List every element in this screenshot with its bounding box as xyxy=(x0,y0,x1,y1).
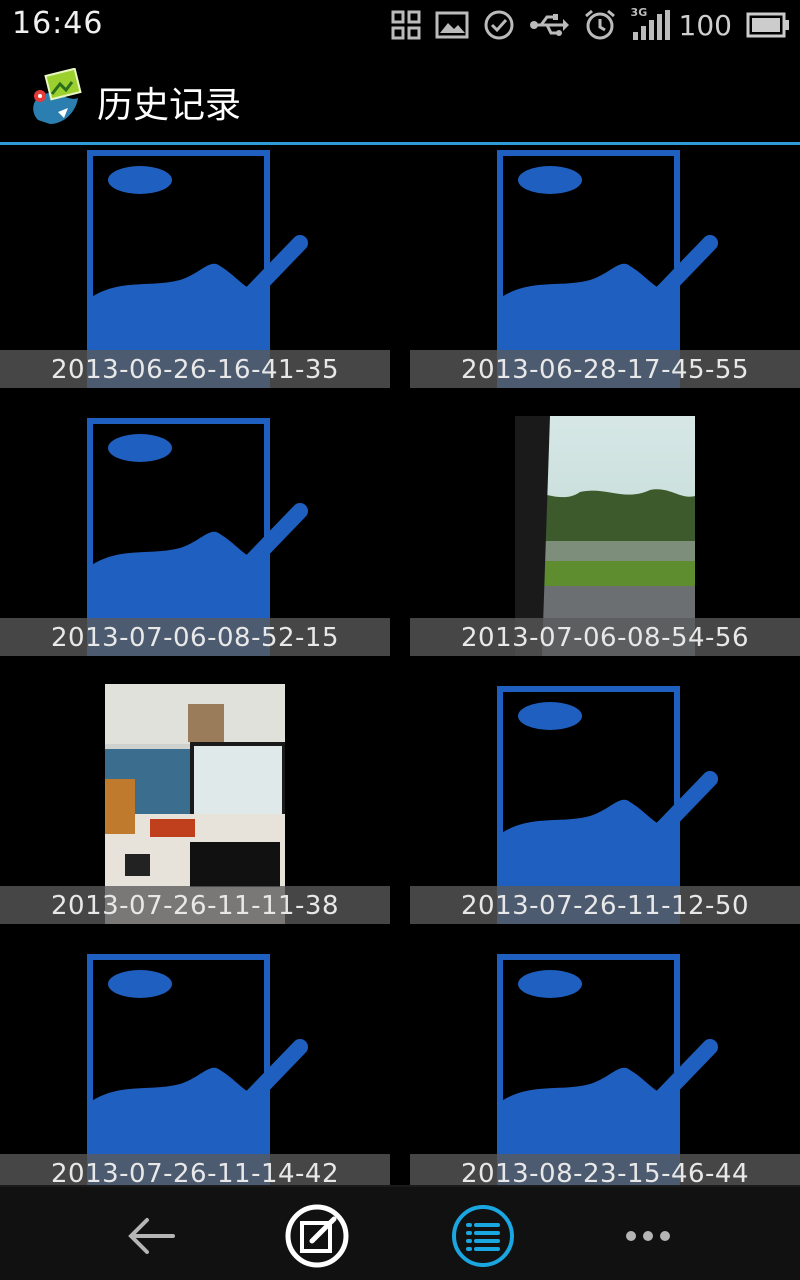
history-item[interactable]: 2013-06-28-17-45-55 xyxy=(410,148,800,388)
history-item[interactable]: 2013-07-06-08-52-15 xyxy=(0,416,390,656)
back-button[interactable] xyxy=(117,1201,187,1271)
alarm-icon xyxy=(584,9,615,40)
status-icons: 3G 100 xyxy=(377,6,790,43)
signal-3g-icon: 3G xyxy=(631,6,671,40)
edit-button[interactable] xyxy=(282,1201,352,1271)
history-item[interactable]: 2013-08-23-15-46-44 xyxy=(410,952,800,1185)
check-circle-icon xyxy=(484,10,514,40)
history-item-label: 2013-07-26-11-14-42 xyxy=(0,1154,390,1185)
qr-scan-icon xyxy=(391,10,421,40)
history-item-label: 2013-07-26-11-11-38 xyxy=(0,886,390,924)
sketch-placeholder-icon xyxy=(87,954,308,1185)
history-item[interactable]: 2013-07-26-11-11-38 xyxy=(0,684,390,924)
list-icon xyxy=(452,1205,514,1267)
history-item[interactable]: 2013-07-06-08-54-56 xyxy=(410,416,800,656)
history-item-label: 2013-07-06-08-54-56 xyxy=(410,618,800,656)
status-time: 16:46 xyxy=(12,6,104,41)
history-item[interactable]: 2013-06-26-16-41-35 xyxy=(0,148,390,388)
history-list-button[interactable] xyxy=(448,1201,518,1271)
bottom-action-bar xyxy=(0,1185,800,1280)
history-screen: 16:46 3G 100 历史记录 2013-06-26-16-41-35 20… xyxy=(0,0,800,1280)
image-icon xyxy=(435,11,469,39)
history-item-label: 2013-06-28-17-45-55 xyxy=(410,350,800,388)
battery-level: 100 xyxy=(678,8,732,42)
action-bar: 历史记录 xyxy=(0,50,800,142)
history-item-label: 2013-07-06-08-52-15 xyxy=(0,618,390,656)
app-logo-icon[interactable] xyxy=(28,68,84,128)
battery-icon xyxy=(746,12,789,38)
back-arrow-icon xyxy=(128,1218,175,1254)
history-item[interactable]: 2013-07-26-11-14-42 xyxy=(0,952,390,1185)
page-title: 历史记录 xyxy=(97,85,242,126)
more-button[interactable] xyxy=(613,1201,683,1271)
history-item-label: 2013-07-26-11-12-50 xyxy=(410,886,800,924)
sketch-placeholder-icon xyxy=(497,954,718,1185)
history-item[interactable]: 2013-07-26-11-12-50 xyxy=(410,684,800,924)
history-item-label: 2013-06-26-16-41-35 xyxy=(0,350,390,388)
usb-icon xyxy=(529,14,569,36)
history-grid: 2013-06-26-16-41-35 2013-06-28-17-45-55 … xyxy=(0,145,800,1185)
history-item-label: 2013-08-23-15-46-44 xyxy=(410,1154,800,1185)
more-icon xyxy=(626,1231,670,1241)
edit-icon xyxy=(285,1204,349,1268)
status-bar: 16:46 3G 100 xyxy=(0,0,800,50)
